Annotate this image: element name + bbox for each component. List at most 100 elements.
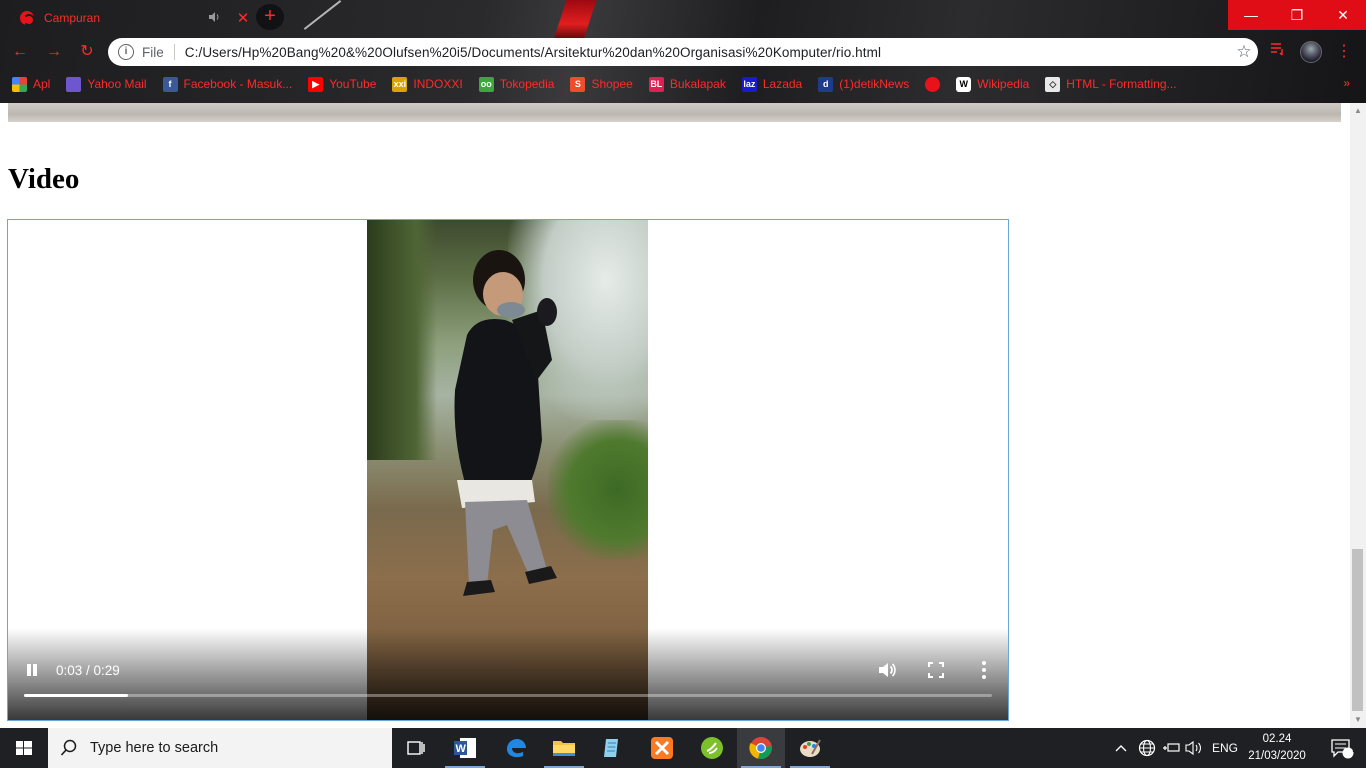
scroll-down-arrow-icon[interactable]: ▼ (1350, 712, 1366, 728)
bookmark-item[interactable]: xxi INDOXXI (392, 76, 463, 92)
pause-button[interactable] (24, 662, 40, 678)
volume-icon[interactable] (877, 660, 897, 680)
profile-avatar[interactable] (1300, 41, 1322, 63)
notification-count-badge: 7 (1351, 744, 1357, 754)
w3schools-icon: ◇ (1045, 76, 1061, 92)
youtube-icon: ▶ (308, 76, 324, 92)
bookmark-label: Tokopedia (499, 77, 555, 91)
theme-decoration-line (303, 0, 342, 30)
bookmark-item[interactable]: Yahoo Mail (66, 76, 147, 92)
indoxxi-icon: xxi (392, 76, 408, 92)
url-text[interactable]: C:/Users/Hp%20Bang%20&%20Olufsen%20i5/Do… (185, 45, 1230, 60)
battery-plug-icon (1163, 743, 1180, 752)
mail-icon (66, 76, 82, 92)
task-view-button[interactable] (392, 728, 440, 768)
maximize-button[interactable]: ❐ (1274, 0, 1320, 30)
chevron-up-icon (1115, 745, 1127, 752)
browser-tab[interactable]: Campuran ✕ (8, 4, 254, 32)
dreamweaver-taskbar-button[interactable] (688, 728, 736, 768)
tab-title: Campuran (44, 11, 101, 25)
edge-icon (507, 739, 526, 758)
bookmark-item[interactable]: oo Tokopedia (478, 76, 555, 92)
edge-taskbar-button[interactable] (492, 728, 540, 768)
site-info-icon[interactable]: i (118, 44, 134, 60)
xampp-taskbar-button[interactable] (638, 728, 686, 768)
video-progress-fill (24, 694, 128, 697)
svg-text:W: W (456, 743, 467, 755)
bookmark-item[interactable]: ▶ YouTube (308, 76, 376, 92)
bookmark-item[interactable]: laz Lazada (741, 76, 802, 92)
bookmark-label: Shopee (591, 77, 633, 91)
minimize-button[interactable]: — (1228, 0, 1274, 30)
xampp-icon (651, 737, 673, 759)
scrollbar-thumb[interactable] (1352, 549, 1363, 711)
wikipedia-icon: W (956, 76, 972, 92)
paint-taskbar-button[interactable] (786, 728, 834, 768)
page-scrollbar[interactable]: ▲ ▼ (1350, 103, 1366, 728)
shopee-icon: S (570, 76, 586, 92)
apps-grid-icon (12, 76, 27, 92)
word-taskbar-button[interactable]: W (441, 728, 489, 768)
notepad-icon (604, 739, 618, 757)
task-view-icon (407, 741, 425, 755)
bookmark-label: HTML - Formatting... (1066, 77, 1177, 91)
show-hidden-icons-button[interactable] (1114, 728, 1128, 768)
bookmark-item[interactable]: W Wikipedia (956, 76, 1030, 92)
bookmark-item[interactable] (925, 76, 941, 92)
system-clock[interactable]: 02.24 21/03/2020 (1240, 731, 1314, 765)
action-center-button[interactable]: 7 (1318, 728, 1366, 768)
media-control-icon[interactable] (1270, 42, 1286, 59)
bookmark-label: INDOXXI (413, 77, 463, 91)
dreamweaver-icon (701, 737, 723, 759)
close-window-button[interactable]: ✕ (1320, 0, 1366, 30)
theme-decoration (553, 0, 597, 40)
bookmark-item[interactable]: S Shopee (570, 76, 633, 92)
windows-taskbar: Type here to search W ENG 02.24 21/03/20… (0, 728, 1366, 768)
bookmark-label: Wikipedia (977, 77, 1030, 91)
page-heading: Video (8, 163, 80, 195)
network-tray-button[interactable] (1138, 728, 1156, 768)
language-indicator[interactable]: ENG (1212, 728, 1238, 768)
forward-button[interactable]: → (42, 40, 66, 64)
bookmarks-overflow-button[interactable]: » (1343, 76, 1350, 90)
browser-menu-icon[interactable]: ⋮ (1336, 41, 1352, 61)
video-player[interactable]: 0:03 / 0:29 (7, 219, 1009, 721)
scroll-up-arrow-icon[interactable]: ▲ (1350, 103, 1366, 119)
bookmark-label: Bukalapak (669, 77, 726, 91)
fullscreen-icon[interactable] (928, 662, 944, 678)
clock-date: 21/03/2020 (1248, 750, 1306, 762)
globe-bookmark-icon (925, 76, 941, 92)
address-separator (173, 44, 175, 60)
tab-favicon-icon (20, 11, 35, 26)
bookmark-label: Apl (33, 77, 51, 91)
battery-tray-button[interactable] (1162, 728, 1180, 768)
notepad-taskbar-button[interactable] (588, 728, 636, 768)
facebook-icon: f (162, 76, 178, 92)
video-more-options-icon[interactable] (980, 660, 988, 680)
tab-close-button[interactable]: ✕ (232, 9, 254, 27)
taskbar-search-box[interactable]: Type here to search (48, 728, 392, 768)
bukalapak-icon: BL (648, 76, 664, 92)
chrome-taskbar-button[interactable] (737, 728, 785, 768)
address-bar[interactable]: i File C:/Users/Hp%20Bang%20&%20Olufsen%… (108, 38, 1258, 66)
bookmark-item[interactable]: d (1)detikNews (818, 76, 909, 92)
bookmarks-bar: Apl Yahoo Mail f Facebook - Masuk... ▶ YouTub… (0, 72, 1366, 96)
video-progress-bar[interactable] (24, 694, 992, 697)
bookmark-item[interactable]: f Facebook - Masuk... (162, 76, 292, 92)
bookmark-star-icon[interactable]: ☆ (1230, 42, 1258, 62)
browser-chrome: Campuran ✕ + — ❐ ✕ ← → ↻ i File C:/Users… (0, 0, 1366, 103)
bookmark-item[interactable]: ◇ HTML - Formatting... (1045, 76, 1177, 92)
new-tab-button[interactable]: + (256, 4, 284, 30)
scheme-label: File (142, 44, 164, 60)
bookmark-item[interactable]: BL Bukalapak (648, 76, 726, 92)
bookmark-item[interactable]: Apl (12, 76, 51, 92)
image-bottom-edge (8, 103, 1341, 122)
volume-tray-button[interactable] (1185, 728, 1203, 768)
reload-button[interactable]: ↻ (75, 40, 99, 64)
start-button[interactable] (0, 728, 48, 768)
paint-icon (800, 739, 821, 757)
file-explorer-taskbar-button[interactable] (540, 728, 588, 768)
tab-audio-icon[interactable] (208, 11, 222, 26)
detik-icon: d (818, 76, 834, 92)
back-button[interactable]: ← (8, 40, 32, 64)
